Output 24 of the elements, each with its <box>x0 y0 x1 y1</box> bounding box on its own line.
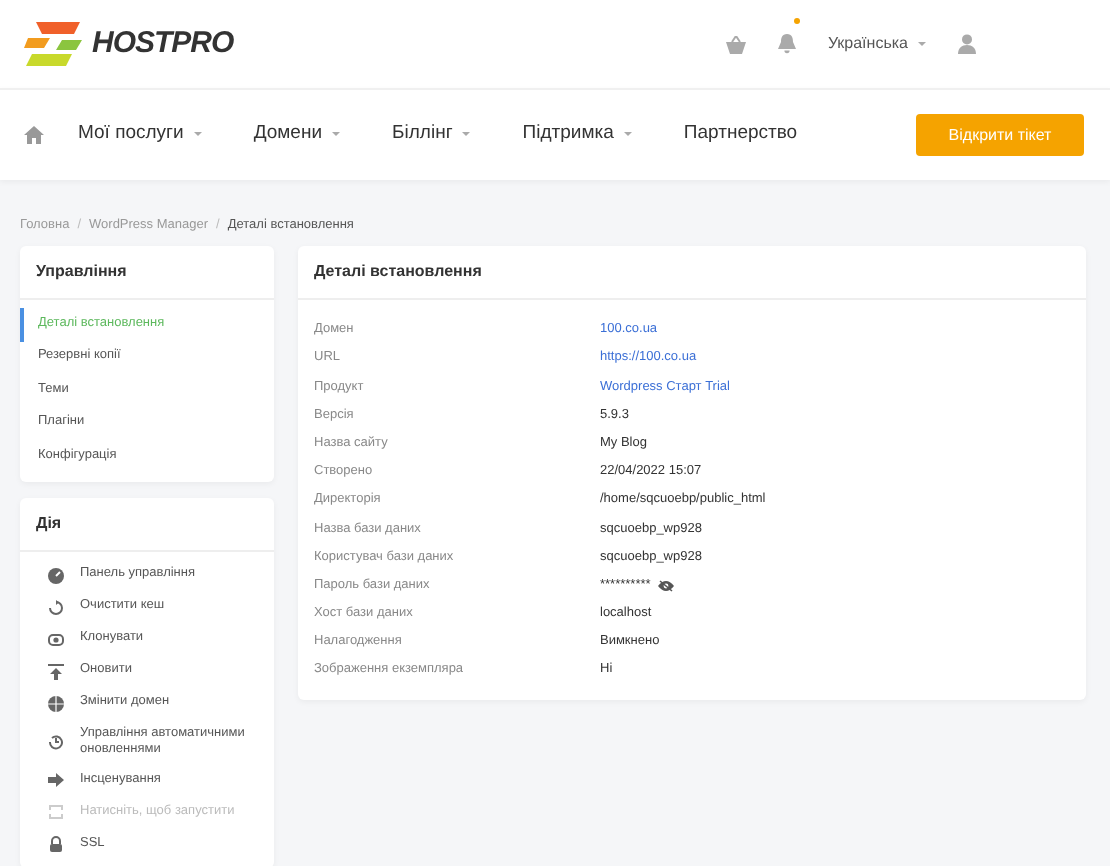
card-title: Дія <box>20 497 274 551</box>
refresh-icon <box>48 599 64 615</box>
user-icon[interactable] <box>958 34 976 54</box>
eye-icon[interactable] <box>658 579 675 592</box>
bell-icon[interactable] <box>777 33 796 54</box>
logo-text: HOSTPRO <box>92 23 234 64</box>
logo-icon <box>24 22 84 66</box>
dashboard-icon <box>48 567 64 583</box>
card-title: Управління <box>20 246 274 300</box>
history-icon <box>48 733 64 750</box>
nav-menu-item[interactable]: Домени <box>253 120 341 150</box>
globe-icon <box>48 695 64 711</box>
lock-icon <box>48 835 64 852</box>
clone-icon <box>48 631 64 647</box>
language-selector[interactable]: Українська <box>827 32 926 56</box>
home-icon[interactable] <box>24 126 44 144</box>
basket-icon[interactable] <box>725 35 746 53</box>
card-title: Деталі встановлення <box>298 246 1086 300</box>
nav-menu-item[interactable]: Мої послуги <box>78 120 202 150</box>
arrow-icon <box>48 771 64 788</box>
nav-menu-item[interactable]: Підтримка <box>522 120 632 150</box>
nav-menu-item[interactable]: Партнерство <box>683 120 798 150</box>
upload-icon <box>48 663 64 679</box>
nav-menu-item[interactable]: Біллінг <box>392 120 471 150</box>
